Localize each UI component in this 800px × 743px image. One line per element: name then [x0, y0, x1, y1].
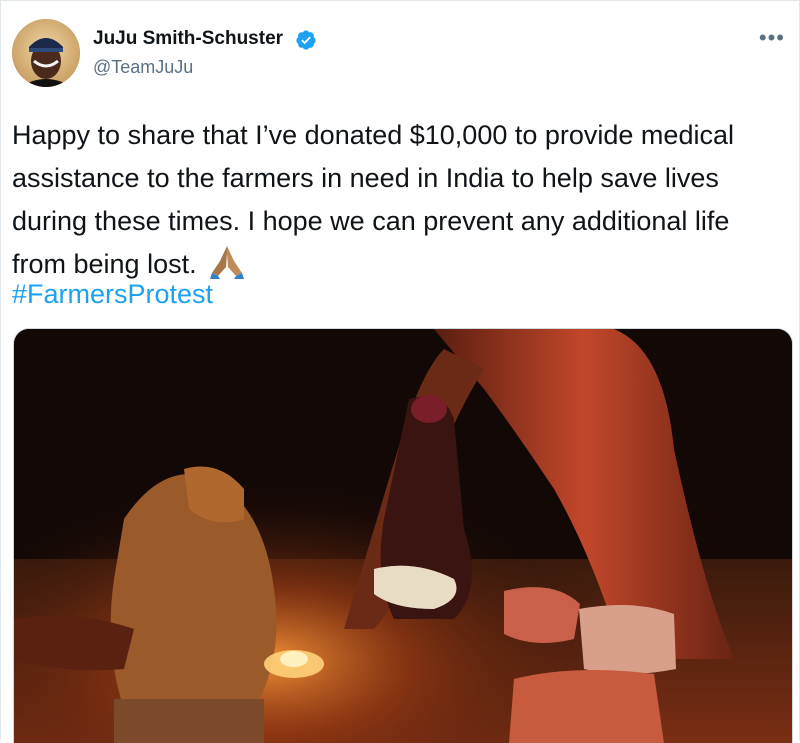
author-handle[interactable]: @TeamJuJu	[93, 57, 193, 78]
tweet-media-photo[interactable]	[13, 328, 793, 743]
verified-badge-icon	[296, 30, 316, 50]
avatar[interactable]	[12, 19, 80, 87]
tweet-text: Happy to share that I’ve donated $10,000…	[12, 114, 772, 286]
author-display-name[interactable]: JuJu Smith-Schuster	[93, 28, 283, 50]
hashtag-link[interactable]: #FarmersProtest	[12, 274, 213, 314]
tweet-card: JuJu Smith-Schuster @TeamJuJu ••• Happy …	[0, 0, 800, 743]
more-horizontal-icon[interactable]: •••	[759, 27, 785, 49]
tweet-body: Happy to share that I’ve donated $10,000…	[12, 120, 734, 279]
folded-hands-emoji	[208, 243, 246, 279]
